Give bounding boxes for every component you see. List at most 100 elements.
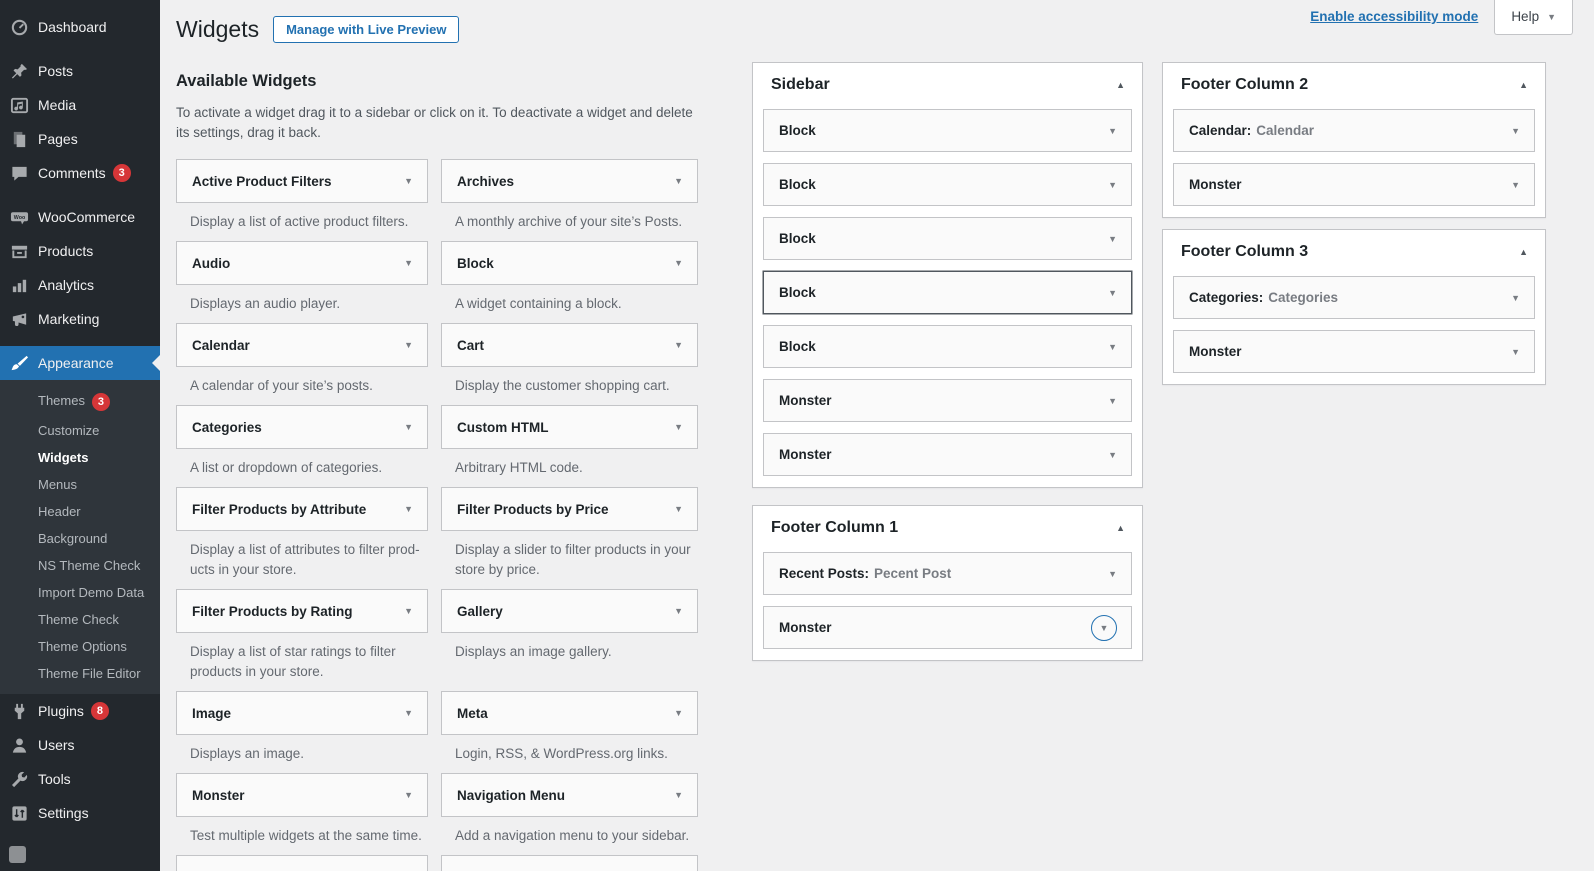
widget-card-block[interactable]: Block▼: [441, 241, 698, 285]
submenu-item-import-demo-data[interactable]: Import Demo Data: [0, 579, 160, 606]
placed-widget-monster-focused[interactable]: Monster ▼: [763, 606, 1132, 649]
sidebar-item-label: Posts: [38, 63, 73, 79]
chevron-down-icon[interactable]: ▼: [1511, 126, 1520, 136]
submenu-item-menus[interactable]: Menus: [0, 471, 160, 498]
sidebar-item-pages[interactable]: Pages: [0, 122, 160, 156]
widget-area-footer-column-1-header[interactable]: Footer Column 1 ▲: [753, 506, 1142, 549]
chevron-down-icon[interactable]: ▼: [404, 258, 413, 268]
submenu-item-theme-file-editor[interactable]: Theme File Editor: [0, 660, 160, 687]
placed-widget-monster[interactable]: Monster▼: [1173, 330, 1535, 373]
chevron-down-icon[interactable]: ▼: [404, 790, 413, 800]
chevron-down-icon[interactable]: ▼: [1108, 288, 1117, 298]
sidebar-item-label: Products: [38, 243, 93, 259]
accessibility-mode-link[interactable]: Enable accessibility mode: [1310, 9, 1478, 24]
widget-card-partial[interactable]: [441, 855, 698, 871]
widget-card-filter-products-by-price[interactable]: Filter Products by Price▼: [441, 487, 698, 531]
chevron-down-icon[interactable]: ▼: [404, 176, 413, 186]
focused-toggle-ring[interactable]: ▼: [1091, 615, 1117, 641]
sidebar-item-partial[interactable]: [0, 840, 160, 871]
chevron-down-icon[interactable]: ▼: [404, 708, 413, 718]
chevron-down-icon[interactable]: ▼: [674, 708, 683, 718]
chevron-down-icon[interactable]: ▼: [1108, 569, 1117, 579]
widget-card-filter-products-by-rating[interactable]: Filter Products by Rating▼: [176, 589, 428, 633]
widget-card-custom-html[interactable]: Custom HTML▼: [441, 405, 698, 449]
placed-widget-recent-posts[interactable]: Recent Posts:Pecent Post ▼: [763, 552, 1132, 595]
widget-card-image[interactable]: Image▼: [176, 691, 428, 735]
widget-card-gallery[interactable]: Gallery▼: [441, 589, 698, 633]
placed-widget-block[interactable]: Block▼: [763, 325, 1132, 368]
placed-widget-block[interactable]: Block▼: [763, 217, 1132, 260]
chevron-down-icon[interactable]: ▼: [674, 504, 683, 514]
widget-card-meta[interactable]: Meta▼: [441, 691, 698, 735]
submenu-item-themes[interactable]: Themes3: [0, 387, 160, 417]
chevron-down-icon[interactable]: ▼: [1108, 126, 1117, 136]
submenu-item-theme-check[interactable]: Theme Check: [0, 606, 160, 633]
chevron-down-icon[interactable]: ▼: [674, 606, 683, 616]
placed-widget-block-highlighted[interactable]: Block▼: [763, 271, 1132, 314]
sidebar-item-marketing[interactable]: Marketing: [0, 302, 160, 336]
widget-card-partial[interactable]: [176, 855, 428, 871]
chevron-up-icon[interactable]: ▲: [1519, 247, 1528, 257]
chevron-up-icon[interactable]: ▲: [1116, 523, 1125, 533]
chevron-down-icon[interactable]: ▼: [1511, 293, 1520, 303]
widget-area-footer-column-2-header[interactable]: Footer Column 2 ▲: [1163, 63, 1545, 106]
help-button[interactable]: Help ▼: [1494, 0, 1573, 35]
chevron-down-icon[interactable]: ▼: [404, 422, 413, 432]
widget-card-archives[interactable]: Archives▼: [441, 159, 698, 203]
chevron-down-icon[interactable]: ▼: [404, 504, 413, 514]
chevron-down-icon[interactable]: ▼: [404, 606, 413, 616]
widget-card-active-product-filters[interactable]: Active Product Filters▼: [176, 159, 428, 203]
sidebar-item-woocommerce[interactable]: Woo WooCommerce: [0, 200, 160, 234]
submenu-item-ns-theme-check[interactable]: NS Theme Check: [0, 552, 160, 579]
chevron-down-icon[interactable]: ▼: [1108, 180, 1117, 190]
chevron-down-icon[interactable]: ▼: [1108, 342, 1117, 352]
submenu-item-widgets[interactable]: Widgets: [0, 444, 160, 471]
sidebar-item-tools[interactable]: Tools: [0, 762, 160, 796]
chevron-down-icon[interactable]: ▼: [404, 340, 413, 350]
chevron-down-icon[interactable]: ▼: [674, 340, 683, 350]
chevron-up-icon[interactable]: ▲: [1116, 80, 1125, 90]
sidebar-item-posts[interactable]: Posts: [0, 54, 160, 88]
placed-widget-calendar[interactable]: Calendar:Calendar ▼: [1173, 109, 1535, 152]
chevron-down-icon[interactable]: ▼: [674, 176, 683, 186]
manage-live-preview-button[interactable]: Manage with Live Preview: [273, 16, 459, 43]
chevron-down-icon[interactable]: ▼: [1108, 234, 1117, 244]
placed-widget-monster[interactable]: Monster▼: [763, 433, 1132, 476]
chevron-up-icon[interactable]: ▲: [1519, 80, 1528, 90]
chevron-down-icon[interactable]: ▼: [1511, 347, 1520, 357]
chevron-down-icon[interactable]: ▼: [1108, 450, 1117, 460]
widget-card-cart[interactable]: Cart▼: [441, 323, 698, 367]
submenu-item-customize[interactable]: Customize: [0, 417, 160, 444]
placed-widget-block[interactable]: Block▼: [763, 163, 1132, 206]
sidebar-item-appearance[interactable]: Appearance: [0, 346, 160, 380]
widget-card-filter-products-by-attribute[interactable]: Filter Products by Attribute▼: [176, 487, 428, 531]
submenu-item-header[interactable]: Header: [0, 498, 160, 525]
sidebar-item-plugins[interactable]: Plugins 8: [0, 694, 160, 728]
chevron-down-icon[interactable]: ▼: [1511, 180, 1520, 190]
sidebar-item-users[interactable]: Users: [0, 728, 160, 762]
sidebar-item-comments[interactable]: Comments 3: [0, 156, 160, 190]
sidebar-item-settings[interactable]: Settings: [0, 796, 160, 830]
sidebar-item-media[interactable]: Media: [0, 88, 160, 122]
placed-widget-monster[interactable]: Monster▼: [1173, 163, 1535, 206]
sidebar-item-dashboard[interactable]: Dashboard: [0, 10, 160, 44]
chevron-down-icon[interactable]: ▼: [674, 422, 683, 432]
submenu-item-theme-options[interactable]: Theme Options: [0, 633, 160, 660]
placed-widget-monster[interactable]: Monster▼: [763, 379, 1132, 422]
widget-card-categories[interactable]: Categories▼: [176, 405, 428, 449]
widget-card-audio[interactable]: Audio▼: [176, 241, 428, 285]
chevron-down-icon[interactable]: ▼: [674, 258, 683, 268]
submenu-item-background[interactable]: Background: [0, 525, 160, 552]
widget-card-calendar[interactable]: Calendar▼: [176, 323, 428, 367]
sidebar-item-analytics[interactable]: Analytics: [0, 268, 160, 302]
widget-area-footer-column-3-header[interactable]: Footer Column 3 ▲: [1163, 230, 1545, 273]
widget-card-navigation-menu[interactable]: Navigation Menu▼: [441, 773, 698, 817]
chevron-down-icon[interactable]: ▼: [1108, 396, 1117, 406]
widget-area-sidebar-header[interactable]: Sidebar ▲: [753, 63, 1142, 106]
widget-description: Displays an image gallery.: [455, 642, 698, 662]
placed-widget-block[interactable]: Block▼: [763, 109, 1132, 152]
chevron-down-icon[interactable]: ▼: [674, 790, 683, 800]
sidebar-item-products[interactable]: Products: [0, 234, 160, 268]
placed-widget-categories[interactable]: Categories:Categories ▼: [1173, 276, 1535, 319]
widget-card-monster[interactable]: Monster▼: [176, 773, 428, 817]
